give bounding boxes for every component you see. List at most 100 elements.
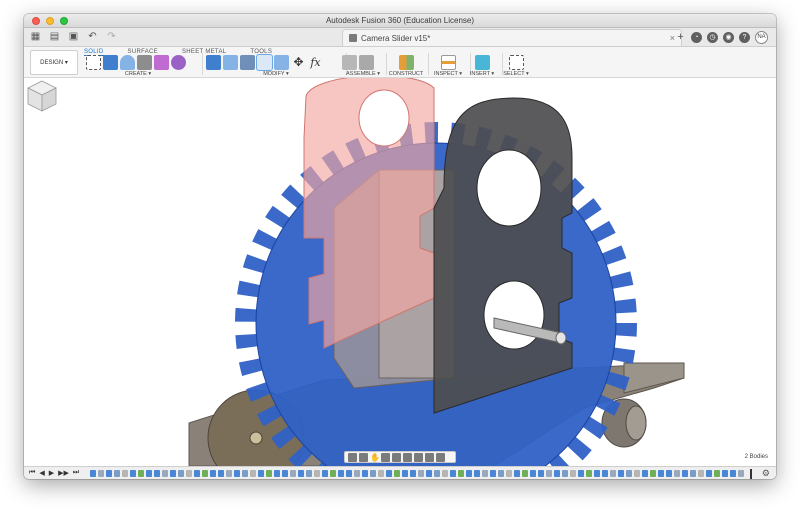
timeline-feature[interactable] bbox=[450, 470, 456, 477]
timeline-track[interactable] bbox=[90, 469, 754, 479]
timeline-feature[interactable] bbox=[658, 470, 664, 477]
timeline-feature[interactable] bbox=[402, 470, 408, 477]
timeline-feature[interactable] bbox=[522, 470, 528, 477]
timeline-feature[interactable] bbox=[258, 470, 264, 477]
look-at-icon[interactable] bbox=[359, 452, 368, 462]
timeline-marker[interactable] bbox=[750, 469, 752, 479]
timeline-feature[interactable] bbox=[226, 470, 232, 477]
file-menu-icon[interactable]: ▤ bbox=[49, 31, 60, 42]
timeline-feature[interactable] bbox=[290, 470, 296, 477]
orbit-icon[interactable] bbox=[348, 452, 357, 462]
timeline-feature[interactable] bbox=[570, 470, 576, 477]
extensions-icon[interactable]: ◔ bbox=[691, 32, 702, 43]
grid-settings-icon[interactable] bbox=[425, 452, 434, 462]
timeline-feature[interactable] bbox=[250, 470, 256, 477]
timeline-feature[interactable] bbox=[378, 470, 384, 477]
timeline-feature[interactable] bbox=[722, 470, 728, 477]
create-sketch-icon[interactable] bbox=[86, 55, 101, 70]
timeline-feature[interactable] bbox=[554, 470, 560, 477]
hole-icon[interactable] bbox=[137, 55, 152, 70]
timeline-feature[interactable] bbox=[410, 470, 416, 477]
timeline-feature[interactable] bbox=[602, 470, 608, 477]
insert-image-icon[interactable] bbox=[474, 55, 490, 70]
move-icon[interactable]: ✥ bbox=[291, 55, 306, 70]
timeline-feature[interactable] bbox=[394, 470, 400, 477]
change-parameters-icon[interactable]: fx bbox=[308, 55, 323, 70]
timeline-feature[interactable] bbox=[706, 470, 712, 477]
document-tab[interactable]: Camera Slider v15* × bbox=[342, 29, 682, 46]
timeline-feature[interactable] bbox=[506, 470, 512, 477]
zoom-icon[interactable] bbox=[381, 452, 390, 462]
timeline-feature[interactable] bbox=[458, 470, 464, 477]
timeline-feature[interactable] bbox=[546, 470, 552, 477]
timeline-feature[interactable] bbox=[682, 470, 688, 477]
new-tab-button[interactable]: + bbox=[675, 32, 686, 43]
timeline-feature[interactable] bbox=[690, 470, 696, 477]
timeline-feature[interactable] bbox=[346, 470, 352, 477]
timeline-feature[interactable] bbox=[314, 470, 320, 477]
timeline-feature[interactable] bbox=[210, 470, 216, 477]
close-window-button[interactable] bbox=[32, 17, 40, 25]
timeline-end-button[interactable]: ⏭ bbox=[73, 469, 79, 477]
fillet-icon[interactable] bbox=[223, 55, 238, 70]
combine-icon[interactable] bbox=[274, 55, 289, 70]
timeline-feature[interactable] bbox=[362, 470, 368, 477]
create-menu-label[interactable]: CREATE ▾ bbox=[86, 71, 190, 77]
pan-icon[interactable]: ✋ bbox=[370, 453, 380, 462]
fit-icon[interactable] bbox=[403, 452, 412, 462]
maximize-window-button[interactable] bbox=[60, 17, 68, 25]
new-component-icon[interactable] bbox=[342, 55, 357, 70]
timeline-feature[interactable] bbox=[90, 470, 96, 477]
timeline-feature[interactable] bbox=[298, 470, 304, 477]
timeline-start-button[interactable]: ⏮ bbox=[29, 469, 35, 477]
press-pull-icon[interactable] bbox=[206, 55, 221, 70]
timeline-feature[interactable] bbox=[426, 470, 432, 477]
timeline-feature[interactable] bbox=[650, 470, 656, 477]
timeline-feature[interactable] bbox=[594, 470, 600, 477]
timeline-feature[interactable] bbox=[666, 470, 672, 477]
chamfer-icon[interactable] bbox=[240, 55, 255, 70]
timeline-settings-icon[interactable]: ⚙ bbox=[762, 469, 770, 478]
joint-icon[interactable] bbox=[359, 55, 374, 70]
timeline-feature[interactable] bbox=[442, 470, 448, 477]
timeline-feature[interactable] bbox=[418, 470, 424, 477]
assemble-menu-label[interactable]: ASSEMBLE ▾ bbox=[342, 71, 384, 77]
help-icon[interactable]: ? bbox=[739, 32, 750, 43]
timeline-feature[interactable] bbox=[514, 470, 520, 477]
timeline-feature[interactable] bbox=[266, 470, 272, 477]
redo-icon[interactable]: ↷ bbox=[106, 31, 117, 42]
timeline-feature[interactable] bbox=[122, 470, 128, 477]
timeline-feature[interactable] bbox=[194, 470, 200, 477]
job-status-icon[interactable]: ◷ bbox=[707, 32, 718, 43]
user-avatar[interactable]: NA bbox=[755, 31, 768, 44]
timeline-feature[interactable] bbox=[434, 470, 440, 477]
timeline-feature[interactable] bbox=[306, 470, 312, 477]
save-icon[interactable]: ▣ bbox=[68, 31, 79, 42]
timeline-feature[interactable] bbox=[202, 470, 208, 477]
minimize-window-button[interactable] bbox=[46, 17, 54, 25]
timeline-feature[interactable] bbox=[178, 470, 184, 477]
timeline-feature[interactable] bbox=[274, 470, 280, 477]
timeline-feature[interactable] bbox=[642, 470, 648, 477]
timeline-feature[interactable] bbox=[482, 470, 488, 477]
timeline-feature[interactable] bbox=[530, 470, 536, 477]
undo-icon[interactable]: ↶ bbox=[87, 31, 98, 42]
create-form-icon[interactable] bbox=[171, 55, 186, 70]
insert-menu-label[interactable]: INSERT ▾ bbox=[466, 71, 498, 77]
revolve-icon[interactable] bbox=[120, 55, 135, 70]
timeline-feature[interactable] bbox=[538, 470, 544, 477]
timeline-feature[interactable] bbox=[370, 470, 376, 477]
timeline-feature[interactable] bbox=[610, 470, 616, 477]
timeline-feature[interactable] bbox=[218, 470, 224, 477]
timeline-feature[interactable] bbox=[466, 470, 472, 477]
timeline-forward-button[interactable]: ▶▶ bbox=[58, 469, 69, 477]
timeline-feature[interactable] bbox=[170, 470, 176, 477]
timeline-feature[interactable] bbox=[338, 470, 344, 477]
extrude-icon[interactable] bbox=[103, 55, 118, 70]
timeline-feature[interactable] bbox=[714, 470, 720, 477]
offset-plane-icon[interactable] bbox=[398, 55, 414, 70]
measure-icon[interactable] bbox=[440, 55, 456, 70]
timeline-feature[interactable] bbox=[186, 470, 192, 477]
timeline-feature[interactable] bbox=[114, 470, 120, 477]
display-settings-icon[interactable] bbox=[414, 452, 423, 462]
